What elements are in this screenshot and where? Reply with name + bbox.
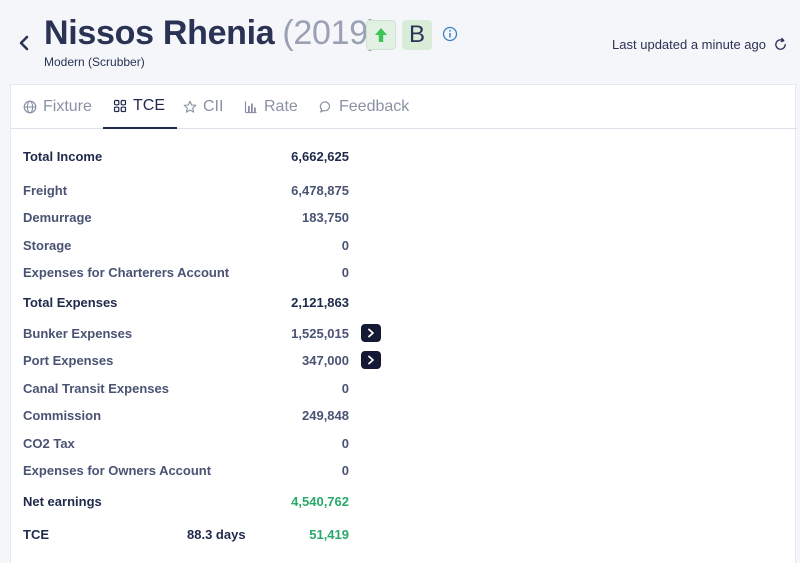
trend-up-badge <box>366 20 396 50</box>
row-storage: Storage 0 <box>23 236 383 258</box>
globe-icon <box>23 100 37 114</box>
vessel-name: Nissos Rhenia <box>44 14 275 52</box>
row-label: Storage <box>23 238 72 253</box>
vessel-subtitle: Modern (Scrubber) <box>44 55 145 69</box>
back-chevron-icon <box>19 35 29 51</box>
star-icon <box>183 100 197 114</box>
row-label: Commission <box>23 408 102 423</box>
tab-fixture-label: Fixture <box>43 98 92 115</box>
row-charterers-account: Expenses for Charterers Account 0 <box>23 263 383 285</box>
row-label: Demurrage <box>23 210 92 225</box>
tab-rate-label: Rate <box>264 98 298 115</box>
row-bunker-expenses: Bunker Expenses 1,525,015 <box>23 324 383 346</box>
row-value: 4,540,762 <box>291 494 349 509</box>
tab-feedback-label: Feedback <box>339 98 410 115</box>
row-value: 347,000 <box>302 353 349 368</box>
refresh-icon[interactable] <box>773 37 788 52</box>
row-value: 51,419 <box>309 527 349 542</box>
row-label: Net earnings <box>23 494 102 509</box>
row-label: Bunker Expenses <box>23 326 133 341</box>
row-commission: Commission 249,848 <box>23 406 383 428</box>
row-label: Expenses for Owners Account <box>23 463 212 478</box>
row-value: 1,525,015 <box>291 326 349 341</box>
row-label: Total Income <box>23 149 103 164</box>
tab-feedback[interactable]: Feedback <box>319 85 409 129</box>
row-label: Expenses for Charterers Account <box>23 265 230 280</box>
speech-bubble-icon <box>319 100 333 114</box>
port-expenses-details-button[interactable] <box>361 351 381 369</box>
row-value: 0 <box>341 238 349 253</box>
row-value: 0 <box>341 381 349 396</box>
row-net-earnings: Net earnings 4,540,762 <box>23 492 383 514</box>
back-button[interactable] <box>14 30 34 56</box>
row-label: Canal Transit Expenses <box>23 381 169 396</box>
row-co2-tax: CO2 Tax 0 <box>23 434 383 456</box>
bunker-expenses-details-button[interactable] <box>361 324 381 342</box>
grid-icon <box>113 99 127 113</box>
grade-badge: B <box>402 20 432 50</box>
tab-bar: Fixture TCE CII Rate Feedback <box>11 85 797 129</box>
row-value: 2,121,863 <box>291 295 349 310</box>
tab-cii[interactable]: CII <box>183 85 223 129</box>
bar-chart-icon <box>244 100 258 114</box>
tab-tce[interactable]: TCE <box>103 85 177 129</box>
row-value: 6,478,875 <box>291 183 349 198</box>
row-label: Total Expenses <box>23 295 118 310</box>
row-value: 6,662,625 <box>291 149 349 164</box>
row-label: CO2 Tax <box>23 436 75 451</box>
info-icon[interactable] <box>442 26 458 42</box>
row-value: 0 <box>341 265 349 280</box>
row-value: 0 <box>341 463 349 478</box>
row-label: Freight <box>23 183 68 198</box>
row-value: 183,750 <box>302 210 349 225</box>
row-value: 249,848 <box>302 408 349 423</box>
tab-tce-label: TCE <box>133 97 165 114</box>
tce-card: Fixture TCE CII Rate Feedback Total Inco… <box>10 84 797 563</box>
chevron-right-icon <box>368 328 374 338</box>
row-freight: Freight 6,478,875 <box>23 181 383 203</box>
row-demurrage: Demurrage 183,750 <box>23 208 383 230</box>
row-label: TCE <box>23 527 49 542</box>
row-canal-transit: Canal Transit Expenses 0 <box>23 379 383 401</box>
row-value: 0 <box>341 436 349 451</box>
tab-rate[interactable]: Rate <box>244 85 298 129</box>
page-header: Nissos Rhenia (2019) B Modern (Scrubber) … <box>0 0 800 84</box>
tab-fixture[interactable]: Fixture <box>23 85 92 129</box>
row-owners-account: Expenses for Owners Account 0 <box>23 461 383 483</box>
tab-cii-label: CII <box>203 98 224 115</box>
row-total-expenses: Total Expenses 2,121,863 <box>23 293 383 315</box>
row-label: Port Expenses <box>23 353 114 368</box>
last-updated-text: Last updated a minute ago <box>612 37 766 52</box>
up-arrow-icon <box>375 28 387 42</box>
vessel-year: (2019) <box>282 14 379 52</box>
chevron-right-icon <box>368 355 374 365</box>
row-port-expenses: Port Expenses 347,000 <box>23 351 383 373</box>
tce-days: 88.3 days <box>187 527 246 542</box>
page-title: Nissos Rhenia (2019) <box>44 14 379 53</box>
row-total-income: Total Income 6,662,625 <box>23 147 383 169</box>
row-tce: TCE 88.3 days 51,419 <box>23 525 383 547</box>
